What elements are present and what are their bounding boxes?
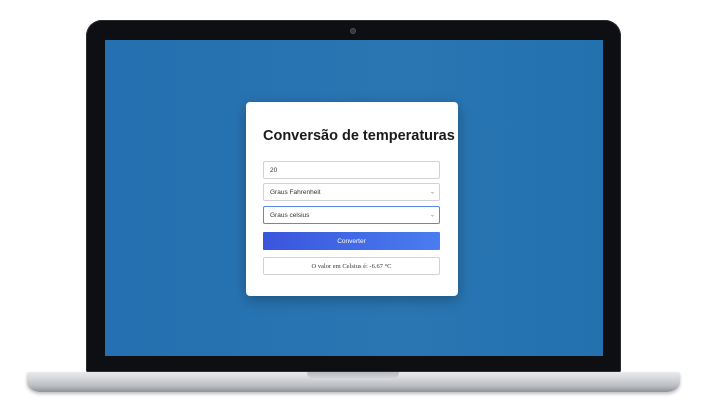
convert-button-label: Converter	[337, 237, 366, 245]
camera-icon	[350, 28, 356, 34]
chevron-down-icon: ⌄	[429, 212, 435, 219]
result-text: O valor em Celsius é: -6.67 °C	[311, 262, 392, 270]
temperature-input[interactable]: 20	[263, 161, 440, 179]
chevron-down-icon: ⌄	[429, 189, 435, 196]
convert-button[interactable]: Converter	[263, 232, 440, 250]
laptop-notch	[307, 372, 399, 380]
to-unit-selected: Graus celsius	[270, 211, 310, 219]
result-output: O valor em Celsius é: -6.67 °C	[263, 257, 440, 275]
temperature-input-value: 20	[270, 166, 278, 174]
laptop-base	[27, 372, 680, 392]
from-unit-selected: Graus Fahrenheit	[270, 188, 321, 196]
from-unit-select[interactable]: Graus Fahrenheit ⌄	[263, 183, 440, 201]
laptop-mockup: Conversão de temperaturas 20 Graus Fahre…	[0, 0, 705, 416]
page-title: Conversão de temperaturas	[263, 128, 455, 144]
app-screen: Conversão de temperaturas 20 Graus Fahre…	[105, 40, 603, 356]
converter-card: Conversão de temperaturas 20 Graus Fahre…	[246, 102, 458, 296]
to-unit-select[interactable]: Graus celsius ⌄	[263, 206, 440, 224]
